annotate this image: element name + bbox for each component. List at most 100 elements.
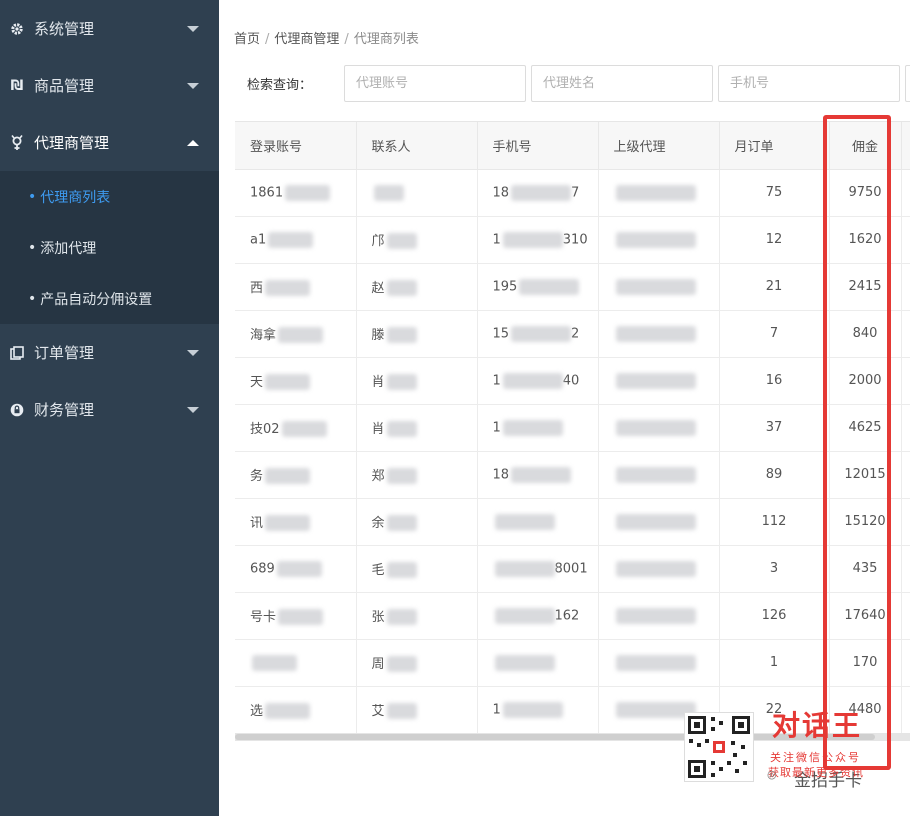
cell-parent-agent [598,498,720,546]
cell-overflow [901,169,910,217]
table-row[interactable]: 周 1 170 [235,639,910,687]
sidebar-item-orders[interactable]: 订单管理 [0,324,219,381]
contact-value: 周 [371,656,385,672]
phone-prefix: 1 [492,702,501,717]
table-row[interactable]: 西 赵 195 21 2415 [235,263,910,311]
table-row[interactable]: 天 肖 1 40 16 2000 [235,357,910,405]
sidebar-subitem-add-agent[interactable]: • 添加代理 [0,222,219,273]
table-row[interactable]: 1861 18 7 75 9750 [235,169,910,217]
orders-value: 1 [769,655,779,670]
agent-icon [8,134,26,152]
contact-value: 张 [371,609,385,625]
table-row[interactable]: a1 邝 1 310 12 1620 [235,216,910,264]
redacted-blur [386,421,417,438]
cell-parent-agent [598,357,720,405]
cell-commission: 2415 [829,263,902,311]
cell-contact: 周 [356,639,478,687]
redacted-blur [615,654,696,671]
gear-icon [8,20,26,38]
cell-commission: 12015 [829,451,902,499]
commission-value: 9750 [848,185,882,200]
subitem-label: 代理商列表 [40,189,111,206]
breadcrumb-home[interactable]: 首页 [234,32,260,47]
qr-code [684,712,754,782]
orders-value: 37 [765,420,783,435]
sidebar-item-label: 商品管理 [34,77,95,95]
breadcrumb-section[interactable]: 代理商管理 [274,32,339,47]
contact-value: 邝 [371,233,385,249]
phone-prefix: 195 [492,279,518,294]
cell-parent-agent [598,263,720,311]
col-header-account[interactable]: 登录账号 [235,122,357,170]
redacted-blur [265,703,311,720]
sidebar-subitem-agent-list[interactable]: • 代理商列表 [0,171,219,222]
cell-orders: 16 [719,357,830,405]
commission-value: 840 [852,326,878,341]
cell-account: 选 [235,686,357,734]
col-header-phone[interactable]: 手机号 [477,122,599,170]
cell-contact: 肖 [356,357,478,405]
cell-overflow [901,451,910,499]
orders-value: 7 [769,326,779,341]
cell-contact: 余 [356,498,478,546]
phone-suffix: 310 [562,232,588,247]
agent-account-input[interactable] [344,65,526,102]
table-row[interactable]: 务 郑 18 89 12015 [235,451,910,499]
sidebar-item-system[interactable]: 系统管理 [0,0,219,57]
cell-account: 务 [235,451,357,499]
chevron-down-icon [187,406,199,413]
table-row[interactable]: 技02 肖 1 37 4625 [235,404,910,452]
cell-orders: 126 [719,592,830,640]
phone-suffix: 40 [562,373,580,388]
cell-commission: 15120 [829,498,902,546]
phone-suffix: 8001 [554,561,588,576]
redacted-blur [615,278,696,295]
table-row[interactable]: 讯 余 112 15120 [235,498,910,546]
col-header-commission[interactable]: 佣金 [829,122,902,170]
phone-prefix: 1 [492,373,501,388]
cell-overflow [901,498,910,546]
cell-phone: 8001 [477,545,599,593]
phone-prefix: 18 [492,467,510,482]
table-row[interactable]: 号卡 张 162 126 17640 [235,592,910,640]
cell-account: 海拿 [235,310,357,358]
contact-value: 艾 [371,703,385,719]
col-header-parent-agent[interactable]: 上级代理 [598,122,720,170]
sidebar-subitem-commission-settings[interactable]: • 产品自动分佣设置 [0,273,219,324]
account-value: 海拿 [250,327,277,343]
breadcrumb-current: 代理商列表 [353,32,419,47]
phone-suffix: 2 [571,326,580,341]
contact-value: 赵 [371,280,385,296]
cell-account: 讯 [235,498,357,546]
table-row[interactable]: 海拿 滕 15 2 7 840 [235,310,910,358]
sidebar-item-label: 财务管理 [34,401,95,419]
table-row[interactable]: 689 毛 8001 3 435 [235,545,910,593]
redacted-blur [615,325,696,342]
sidebar-item-finance[interactable]: 财务管理 [0,381,219,438]
redacted-blur [494,513,555,530]
cell-contact: 郑 [356,451,478,499]
redacted-blur [511,184,572,201]
cell-overflow [901,357,910,405]
commission-value: 2415 [848,279,882,294]
cell-overflow [901,639,910,687]
next-field-edge[interactable] [905,65,910,102]
redacted-blur [265,468,311,485]
agent-name-input[interactable] [531,65,713,102]
phone-prefix: 1 [492,420,501,435]
finance-icon [8,401,26,419]
phone-input[interactable] [718,65,900,102]
redacted-blur [285,184,331,201]
cell-parent-agent [598,451,720,499]
sidebar-item-agents[interactable]: 代理商管理 [0,114,219,171]
cell-account: 689 [235,545,357,593]
commission-value: 1620 [848,232,882,247]
col-header-contact[interactable]: 联系人 [356,122,478,170]
sidebar-item-products[interactable]: ₪ 商品管理 [0,57,219,114]
redacted-blur [615,231,696,248]
product-icon: ₪ [10,77,24,94]
col-header-monthly-orders[interactable]: 月订单 [719,122,830,170]
redacted-blur [252,654,297,671]
redacted-blur [615,513,696,530]
cell-account: 西 [235,263,357,311]
